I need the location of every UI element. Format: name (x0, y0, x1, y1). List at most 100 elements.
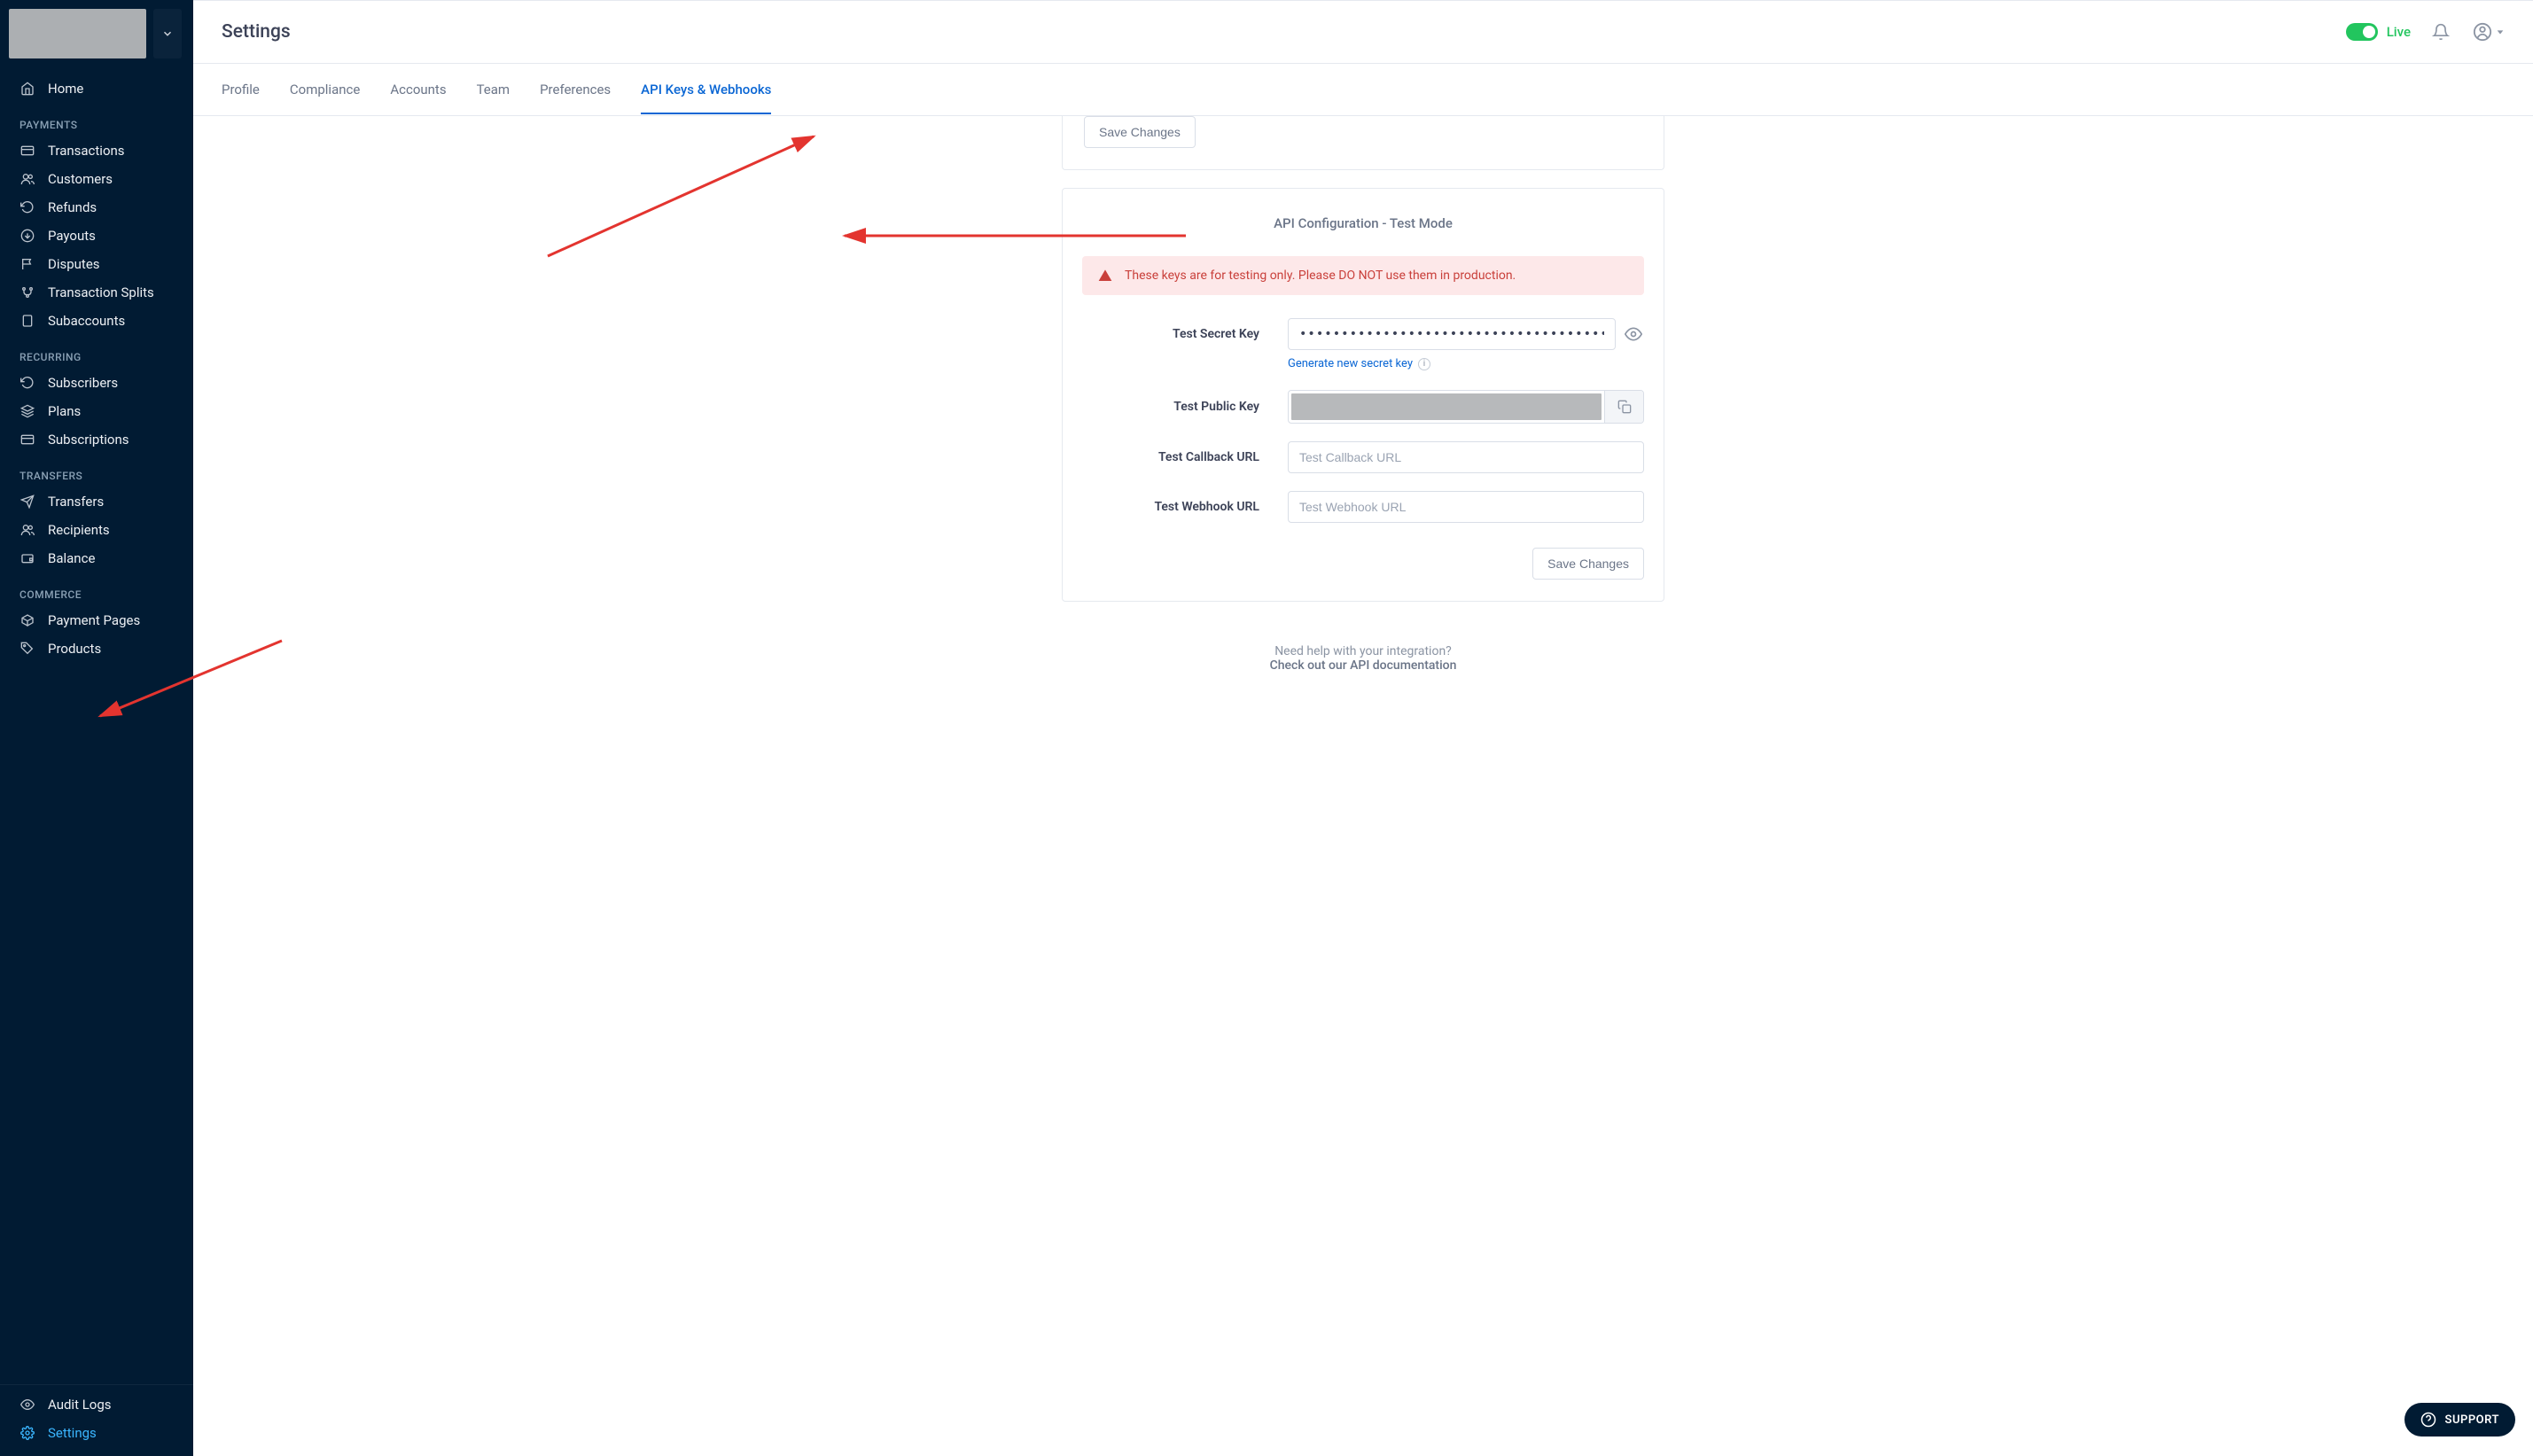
card-icon (19, 432, 35, 448)
page-title: Settings (222, 21, 291, 43)
split-icon (19, 284, 35, 300)
sidebar-item-recipients[interactable]: Recipients (0, 516, 193, 544)
support-button[interactable]: SUPPORT (2404, 1403, 2515, 1437)
sidebar-item-label: Transactions (48, 143, 125, 159)
sidebar-item-refunds[interactable]: Refunds (0, 193, 193, 222)
sidebar-item-label: Disputes (48, 256, 100, 272)
card-title-text: API Configuration - Test Mode (1274, 215, 1453, 231)
api-config-card: API Configuration - Test Mode These keys… (1062, 188, 1664, 602)
gear-icon (19, 1425, 35, 1441)
sidebar-item-transactions[interactable]: Transactions (0, 136, 193, 165)
save-changes-button[interactable]: Save Changes (1532, 548, 1644, 580)
home-icon (19, 81, 35, 97)
eye-icon (19, 1397, 35, 1413)
layers-icon (19, 403, 35, 419)
sidebar-item-label: Refunds (48, 199, 97, 215)
users-icon (19, 522, 35, 538)
notifications-button[interactable] (2432, 22, 2451, 42)
label-callback-url: Test Callback URL (1082, 450, 1259, 464)
test-webhook-url-input[interactable] (1288, 491, 1644, 523)
generate-secret-link[interactable]: Generate new secret key i (1288, 357, 1644, 370)
test-secret-key-input[interactable] (1288, 318, 1616, 350)
card-title: API Configuration - Test Mode (1063, 189, 1664, 231)
sidebar-item-plans[interactable]: Plans (0, 397, 193, 425)
sidebar-item-subscribers[interactable]: Subscribers (0, 369, 193, 397)
main: Settings Live (193, 0, 2533, 1456)
tag-icon (19, 641, 35, 657)
doc-link[interactable]: Check out our API documentation (1062, 658, 1664, 673)
sidebar-item-label: Settings (48, 1425, 97, 1441)
tab-api-keys-webhooks[interactable]: API Keys & Webhooks (641, 66, 771, 113)
topbar-right: Live (2346, 22, 2505, 42)
sidebar-item-label: Subscribers (48, 375, 118, 391)
sidebar-item-disputes[interactable]: Disputes (0, 250, 193, 278)
tab-profile[interactable]: Profile (222, 66, 260, 113)
sidebar-item-label: Subaccounts (48, 313, 125, 329)
box-icon (19, 612, 35, 628)
sidebar-item-settings[interactable]: Settings (0, 1419, 193, 1447)
help-line1: Need help with your integration? (1062, 644, 1664, 658)
sidebar-item-payouts[interactable]: Payouts (0, 222, 193, 250)
sidebar-item-label: Audit Logs (48, 1397, 112, 1413)
sidebar-item-label: Recipients (48, 522, 110, 538)
bell-icon (2432, 23, 2450, 41)
generate-secret-label: Generate new secret key (1288, 357, 1413, 370)
test-public-key-value[interactable] (1291, 393, 1602, 420)
live-label: Live (2387, 24, 2411, 40)
tab-accounts[interactable]: Accounts (390, 66, 446, 113)
business-dropdown-toggle[interactable] (153, 9, 182, 58)
file-icon (19, 313, 35, 329)
annotation-arrow-tabs (539, 123, 858, 265)
undo-icon (19, 199, 35, 215)
sidebar-item-label: Transfers (48, 494, 104, 510)
sidebar-item-products[interactable]: Products (0, 635, 193, 663)
sidebar-item-label: Transaction Splits (48, 284, 154, 300)
reveal-secret-button[interactable] (1623, 325, 1644, 343)
copy-public-key-button[interactable] (1604, 391, 1643, 423)
sidebar-item-balance[interactable]: Balance (0, 544, 193, 572)
tab-compliance[interactable]: Compliance (290, 66, 360, 113)
test-public-key-group (1288, 390, 1644, 424)
sidebar-item-transaction-splits[interactable]: Transaction Splits (0, 278, 193, 307)
api-form: Test Secret Key (1063, 295, 1664, 580)
sidebar-item-home[interactable]: Home (0, 74, 193, 103)
test-mode-alert: These keys are for testing only. Please … (1082, 256, 1644, 295)
sidebar-item-customers[interactable]: Customers (0, 165, 193, 193)
users-icon (19, 171, 35, 187)
undo-icon (19, 375, 35, 391)
sidebar-item-payment-pages[interactable]: Payment Pages (0, 606, 193, 635)
prev-card-fragment: Save Changes (1062, 116, 1664, 170)
sidebar: Home PAYMENTS Transactions Customers Refund… (0, 0, 193, 1456)
support-label: SUPPORT (2445, 1413, 2499, 1427)
business-selector[interactable] (9, 9, 146, 58)
topbar: Settings Live (193, 0, 2533, 64)
sidebar-item-audit-logs[interactable]: Audit Logs (0, 1390, 193, 1419)
eye-icon (1625, 325, 1642, 343)
label-webhook-url: Test Webhook URL (1082, 500, 1259, 514)
flag-icon (19, 256, 35, 272)
sidebar-nav: Home PAYMENTS Transactions Customers Refund… (0, 67, 193, 1384)
live-toggle[interactable] (2346, 23, 2378, 41)
info-icon: i (1418, 358, 1430, 370)
sidebar-item-transfers[interactable]: Transfers (0, 487, 193, 516)
sidebar-item-label: Plans (48, 403, 81, 419)
user-icon (2473, 22, 2492, 42)
save-changes-button-top[interactable]: Save Changes (1084, 116, 1196, 148)
send-icon (19, 494, 35, 510)
copy-icon (1617, 400, 1632, 414)
sidebar-item-subscriptions[interactable]: Subscriptions (0, 425, 193, 454)
label-public-key: Test Public Key (1082, 400, 1259, 414)
sidebar-item-subaccounts[interactable]: Subaccounts (0, 307, 193, 335)
sidebar-section-transfers: TRANSFERS (0, 454, 193, 487)
tab-preferences[interactable]: Preferences (540, 66, 611, 113)
caret-down-icon (2496, 27, 2505, 36)
tab-team[interactable]: Team (477, 66, 510, 113)
sidebar-item-label: Payment Pages (48, 612, 140, 628)
sidebar-item-label: Home (48, 81, 83, 97)
wallet-icon (19, 550, 35, 566)
sidebar-section-payments: PAYMENTS (0, 103, 193, 136)
user-menu[interactable] (2473, 22, 2505, 42)
help-text: Need help with your integration? Check o… (1062, 644, 1664, 673)
test-callback-url-input[interactable] (1288, 441, 1644, 473)
sidebar-header (0, 0, 193, 67)
